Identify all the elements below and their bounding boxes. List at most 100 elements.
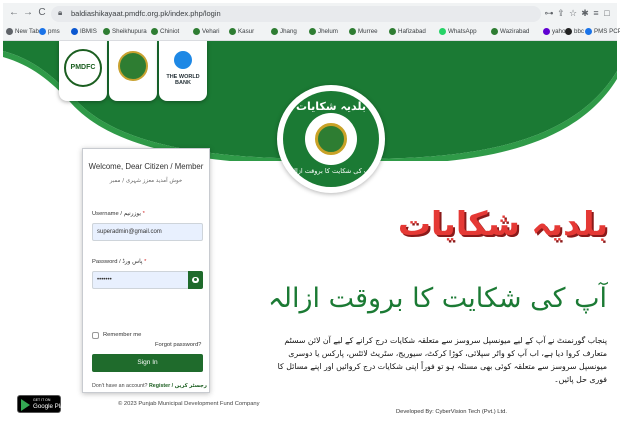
side-panel-icon[interactable]: □ [602, 8, 612, 18]
bookmark-label: Wazirabad [500, 28, 530, 35]
key-icon[interactable]: ⊶ [544, 8, 554, 18]
bookmark-item[interactable]: Hafizabad [389, 28, 426, 35]
bookmark-label: Chiniot [160, 28, 180, 35]
baldia-shikayat-seal: بلدیہ شکایات آپ کی شکایت کا بروقت ازالہ [277, 85, 385, 193]
bookmark-item[interactable]: Vehari [193, 28, 220, 35]
world-bank-logo-text: THE WORLD BANK [166, 74, 200, 86]
remember-me-checkbox[interactable] [92, 332, 99, 339]
pmdfc-logo: PMDFC [64, 49, 102, 87]
password-input[interactable]: ••••••• [92, 271, 189, 289]
bookmark-favicon-icon [491, 28, 498, 35]
punjab-emblem-icon [118, 51, 148, 81]
sign-in-button[interactable]: Sign In [92, 354, 203, 372]
punjab-seal-icon [315, 123, 347, 155]
bookmark-label: Hafizabad [398, 28, 426, 35]
bookmark-label: New Tab [15, 28, 39, 35]
bookmark-favicon-icon [271, 28, 278, 35]
bookmark-favicon-icon [585, 28, 592, 35]
bookmark-favicon-icon [193, 28, 200, 35]
reading-list-icon[interactable]: ≡ [591, 8, 601, 18]
remember-me-label[interactable]: Remember me [103, 332, 141, 338]
seal-bottom-text: آپ کی شکایت کا بروقت ازالہ [290, 167, 372, 175]
forgot-password-link[interactable]: Forgot password? [155, 342, 201, 348]
reload-icon[interactable]: C [36, 7, 48, 19]
bookmark-label: Jhelum [318, 28, 338, 35]
lock-icon[interactable]: 🔒︎ [58, 8, 62, 18]
bookmark-favicon-icon [151, 28, 158, 35]
bookmark-label: bbc [574, 28, 584, 35]
bookmark-label: pms [48, 28, 60, 35]
bookmark-item[interactable]: pms [39, 28, 60, 35]
bookmark-item[interactable]: Wazirabad [491, 28, 529, 35]
bookmarks-bar: New Tab pms IBMIS Sheikhupura Chiniot Vehari K… [3, 25, 620, 40]
bookmark-item[interactable]: Murree [349, 28, 378, 35]
welcome-heading: Welcome, Dear Citizen / Member [88, 162, 204, 171]
bookmark-label: Murree [358, 28, 378, 35]
bookmark-label: Sheikhupura [112, 28, 147, 35]
google-play-badge[interactable]: GET IT ON Google Play [17, 395, 67, 413]
bookmark-item[interactable]: IBMIS [71, 28, 97, 35]
pmdfc-logo-text: PMDFC [70, 64, 96, 71]
bookmark-favicon-icon [543, 28, 550, 35]
punjab-logo-card[interactable] [109, 41, 157, 101]
welcome-urdu-subheading: خوش آمدید معزز شہری / ممبر [109, 178, 183, 184]
forward-icon[interactable]: → [22, 7, 34, 19]
page-body: PMDFC THE WORLD BANK بلدیہ شکایات آپ کی … [3, 41, 617, 420]
bookmark-favicon-icon [103, 28, 110, 35]
bookmark-favicon-icon [229, 28, 236, 35]
bookmark-label: IBMIS [80, 28, 97, 35]
bookmark-favicon-icon [389, 28, 396, 35]
bookmark-item[interactable]: PMS PCP Activities [585, 28, 620, 35]
description-paragraph-urdu: پنجاب گورنمنٹ نے آپ کے لیے میونسپل سروسز… [277, 336, 607, 384]
bookmark-item[interactable]: Jhang [271, 28, 297, 35]
world-bank-logo-card[interactable]: THE WORLD BANK [159, 41, 207, 101]
username-input[interactable]: superadmin@gmail.com [92, 223, 203, 241]
bookmark-item[interactable]: bbc [565, 28, 584, 35]
password-value[interactable]: ••••••• [97, 277, 112, 283]
bookmark-item[interactable]: WhatsApp [439, 28, 477, 35]
world-bank-globe-icon [174, 51, 192, 69]
seal-top-text: بلدیہ شکایات [295, 100, 367, 113]
bookmark-label: WhatsApp [448, 28, 477, 35]
bookmark-item[interactable]: Jhelum [309, 28, 338, 35]
back-icon[interactable]: ← [8, 7, 20, 19]
address-bar[interactable]: 🔒︎ baldiashikayaat.pmdfc.org.pk/index.ph… [51, 6, 541, 22]
bookmark-item[interactable]: New Tab [6, 28, 39, 35]
tagline-urdu: آپ کی شکایت کا بروقت ازالہ [267, 283, 607, 314]
bookmark-favicon-icon [6, 28, 13, 35]
bookmark-label: Kasur [238, 28, 255, 35]
bookmark-item[interactable]: Kasur [229, 28, 254, 35]
bookmark-label: Jhang [280, 28, 297, 35]
pmdfc-logo-card[interactable]: PMDFC [59, 41, 107, 101]
login-card: Welcome, Dear Citizen / Member خوش آمدید… [82, 148, 210, 393]
google-play-text: Google Play [33, 403, 67, 410]
bookmark-favicon-icon [565, 28, 572, 35]
register-prompt: Don't have an account? Register / رجسٹر … [92, 383, 207, 389]
bookmark-favicon-icon [439, 28, 446, 35]
bookmark-favicon-icon [309, 28, 316, 35]
password-label: Password / پاس ورڈ * [92, 259, 147, 265]
username-label: Username / یوزرنیم * [92, 211, 145, 217]
bookmark-label: PMS PCP Activities [594, 28, 620, 35]
bookmark-label: Vehari [202, 28, 220, 35]
url-text[interactable]: baldiashikayaat.pmdfc.org.pk/index.php/l… [71, 9, 221, 18]
bookmark-favicon-icon [71, 28, 78, 35]
share-icon[interactable]: ⇪ [556, 8, 566, 18]
browser-nav-row: ← → C 🔒︎ baldiashikayaat.pmdfc.org.pk/in… [3, 3, 617, 25]
google-play-icon [21, 399, 30, 411]
bookmark-star-icon[interactable]: ☆ [568, 8, 578, 18]
username-value[interactable]: superadmin@gmail.com [97, 229, 162, 235]
register-link[interactable]: Register / رجسٹر کریں [149, 383, 207, 389]
copyright-text: © 2023 Punjab Municipal Development Fund… [118, 401, 260, 407]
developer-credit: Developed By: CyberVision Tech (Pvt.) Lt… [396, 409, 507, 415]
browser-chrome: ← → C 🔒︎ baldiashikayaat.pmdfc.org.pk/in… [3, 3, 620, 41]
bookmark-item[interactable]: Sheikhupura [103, 28, 147, 35]
google-play-small-text: GET IT ON [33, 398, 51, 402]
bookmark-favicon-icon [39, 28, 46, 35]
headline-urdu: بلدیہ شکایات [397, 204, 608, 243]
no-account-text: Don't have an account? [92, 383, 148, 389]
show-password-eye-icon[interactable] [188, 271, 203, 289]
bookmark-item[interactable]: Chiniot [151, 28, 179, 35]
bookmark-favicon-icon [349, 28, 356, 35]
extensions-icon[interactable]: ✱ [580, 8, 590, 18]
